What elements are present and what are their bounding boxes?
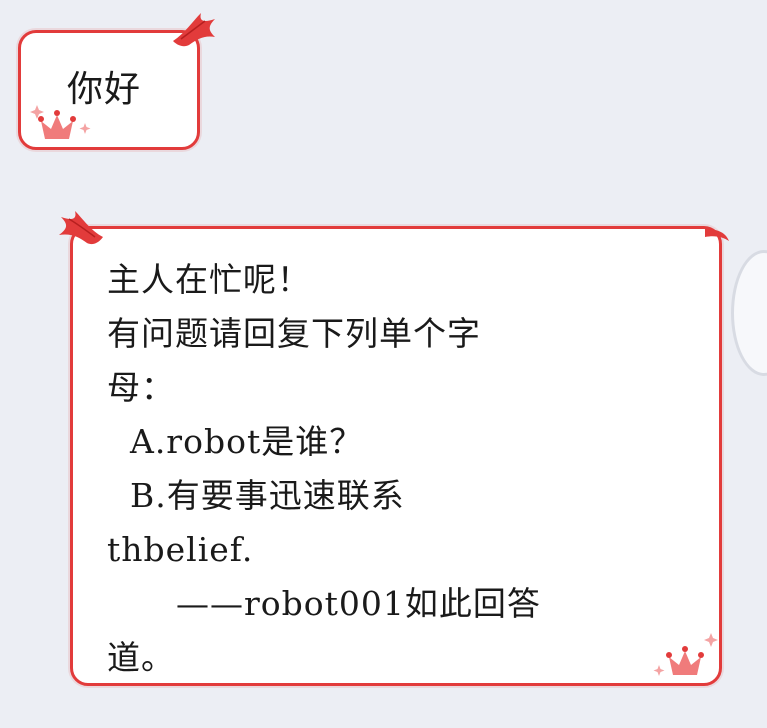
message-text: 主人在忙呢！ 有问题请回复下列单个字 母： A.robot是谁？ B.有要事迅速… [107,260,541,677]
chat-bubble-greeting[interactable]: 你好 [18,13,215,150]
offscreen-panel-edge [731,250,767,376]
red-feather-icon [173,13,215,47]
red-feather-icon [59,211,103,245]
message-text: 你好 [67,69,142,110]
chat-bubble-auto-reply[interactable]: 主人在忙呢！ 有问题请回复下列单个字 母： A.robot是谁？ B.有要事迅速… [59,211,729,686]
crown-sparkle-icon [653,633,718,676]
red-feather-icon [705,229,729,241]
